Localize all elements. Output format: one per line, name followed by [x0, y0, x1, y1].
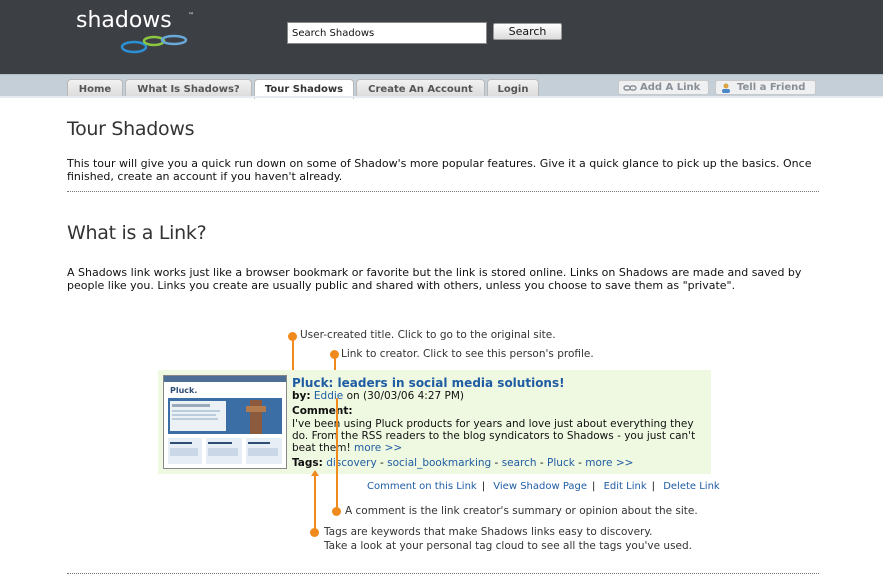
comment-label: Comment:: [292, 405, 353, 417]
thumbnail-preview-image: Pluck.: [164, 376, 286, 464]
tags-row: Tags: discovery - social_bookmarking - s…: [292, 457, 634, 469]
link-chain-icon: [623, 84, 637, 91]
add-link-label: Add A Link: [640, 82, 701, 93]
section-title: What is a Link?: [67, 222, 207, 244]
section-divider: [67, 191, 819, 192]
edit-link-link[interactable]: Edit Link: [604, 481, 647, 492]
callout-tags-note-1: Tags are keywords that make Shadows link…: [324, 526, 653, 538]
view-shadow-page-link[interactable]: View Shadow Page: [493, 481, 587, 492]
tag-link[interactable]: discovery: [326, 457, 376, 469]
logo-trademark: ™: [188, 12, 194, 19]
callout-dot-comment: [332, 507, 341, 516]
callout-creator-note: Link to creator. Click to see this perso…: [341, 348, 594, 360]
link-actions: Comment on this Link | View Shadow Page | …: [367, 481, 720, 492]
comment-text: I've been using Pluck products for years…: [292, 418, 696, 454]
main-nav: Home What Is Shadows? Tour Shadows Creat…: [0, 74, 883, 99]
site-thumbnail[interactable]: Pluck.: [163, 375, 287, 469]
comment-on-link[interactable]: Comment on this Link: [367, 481, 477, 492]
post-date: on (30/03/06 4:27 PM): [346, 390, 465, 402]
search-input[interactable]: [287, 22, 487, 44]
callout-dot-tags: [310, 528, 319, 537]
callout-comment-note: A comment is the link creator's summary …: [345, 505, 698, 517]
callout-line-tags: [314, 476, 316, 531]
person-icon: [722, 83, 730, 93]
tag-link[interactable]: search: [502, 457, 537, 469]
example-link-title[interactable]: Pluck: leaders in social media solutions…: [292, 376, 565, 390]
creator-link[interactable]: Eddie: [314, 390, 343, 402]
intro-text: This tour will give you a quick run down…: [67, 157, 812, 183]
by-label: by:: [292, 390, 311, 402]
page-title: Tour Shadows: [67, 118, 195, 140]
nav-divider: [0, 96, 883, 98]
delete-link-link[interactable]: Delete Link: [663, 481, 720, 492]
site-header: shadows ™ Search: [0, 0, 883, 74]
tag-link[interactable]: Pluck: [547, 457, 575, 469]
callout-title-note: User-created title. Click to go to the o…: [300, 329, 556, 341]
thumbnail-brand: Pluck.: [170, 386, 197, 395]
callout-line-title: [292, 338, 294, 370]
section-text: A Shadows link works just like a browser…: [67, 266, 802, 292]
logo-wordmark: shadows: [76, 8, 172, 33]
tags-label: Tags:: [292, 457, 323, 469]
logo-shadow-marks: [120, 34, 188, 54]
tell-friend-button[interactable]: Tell a Friend: [715, 80, 816, 95]
search-button[interactable]: Search: [493, 23, 562, 40]
callout-tags-note-2: Take a look at your personal tag cloud t…: [324, 540, 692, 552]
tag-link[interactable]: social_bookmarking: [387, 457, 491, 469]
comment-text-block: I've been using Pluck products for years…: [292, 418, 707, 454]
example-byline: by: Eddie on (30/03/06 4:27 PM): [292, 390, 464, 402]
add-link-button[interactable]: Add A Link: [618, 80, 709, 95]
bottom-divider: [67, 573, 819, 574]
tell-friend-label: Tell a Friend: [737, 82, 806, 93]
callout-line-comment: [336, 398, 338, 508]
tags-more-link[interactable]: more >>: [585, 457, 633, 469]
comment-more-link[interactable]: more >>: [354, 442, 402, 454]
shadows-logo[interactable]: shadows ™: [76, 8, 196, 54]
